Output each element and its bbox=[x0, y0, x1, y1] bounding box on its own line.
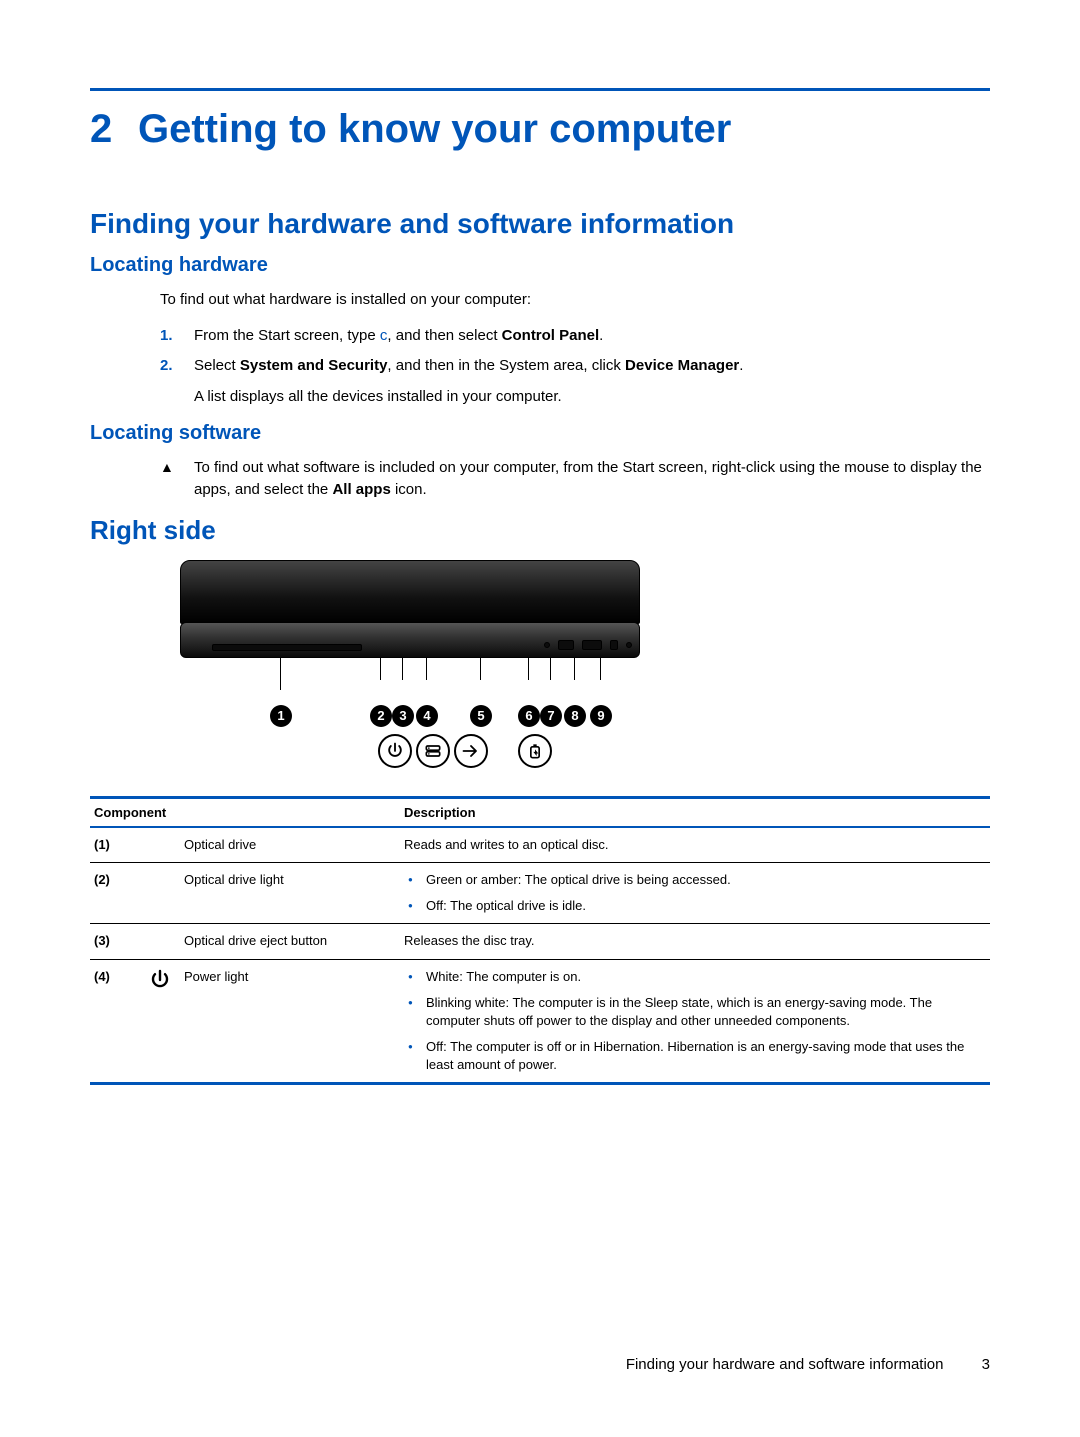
table-header-row: Component Description bbox=[90, 797, 990, 827]
drive-icon bbox=[416, 734, 450, 768]
row3-num: (3) bbox=[90, 924, 140, 959]
step-2-number: 2. bbox=[160, 355, 194, 408]
top-rule bbox=[90, 88, 990, 91]
locating-software-note: ▲ To find out what software is included … bbox=[160, 457, 990, 501]
row1-icon bbox=[140, 827, 180, 863]
big-indicator-icons bbox=[180, 734, 640, 778]
power-icon bbox=[378, 734, 412, 768]
row4-desc-item2: Blinking white: The computer is in the S… bbox=[408, 994, 986, 1030]
section-right-side: Right side bbox=[90, 515, 990, 546]
row4-icon bbox=[140, 959, 180, 1084]
port-dot bbox=[544, 642, 550, 648]
row3-name: Optical drive eject button bbox=[180, 924, 400, 959]
row4-desc: White: The computer is on. Blinking whit… bbox=[400, 959, 990, 1084]
right-side-diagram: 1 2 3 4 5 6 7 8 9 bbox=[180, 560, 640, 778]
callout-6: 6 bbox=[518, 705, 540, 727]
laptop-lid bbox=[180, 560, 640, 624]
step-1: 1. From the Start screen, type c, and th… bbox=[160, 325, 990, 348]
row3-icon bbox=[140, 924, 180, 959]
row2-num: (2) bbox=[90, 862, 140, 923]
row2-name: Optical drive light bbox=[180, 862, 400, 923]
th-component: Component bbox=[90, 797, 400, 827]
table-row: (3) Optical drive eject button Releases … bbox=[90, 924, 990, 959]
locating-software-text: To find out what software is included on… bbox=[194, 457, 990, 501]
step-1-pre: From the Start screen, type bbox=[194, 327, 380, 344]
port-jack bbox=[610, 640, 618, 650]
leader-lines bbox=[180, 658, 640, 698]
row2-desc-item1: Green or amber: The optical drive is bei… bbox=[408, 871, 986, 889]
step-1-tail: . bbox=[599, 327, 603, 344]
step-2-bold1: System and Security bbox=[240, 357, 388, 374]
page-footer: Finding your hardware and software infor… bbox=[626, 1356, 990, 1373]
callout-9: 9 bbox=[590, 705, 612, 727]
row4-name: Power light bbox=[180, 959, 400, 1084]
step-1-text: From the Start screen, type c, and then … bbox=[194, 325, 990, 348]
step-2-after: A list displays all the devices installe… bbox=[194, 386, 990, 409]
optical-drive-slot bbox=[212, 644, 362, 651]
step-2-mid: , and then in the System area, click bbox=[387, 357, 625, 374]
callout-8: 8 bbox=[564, 705, 586, 727]
row4-num: (4) bbox=[90, 959, 140, 1084]
step-2-tail: . bbox=[739, 357, 743, 374]
callout-2: 2 bbox=[370, 705, 392, 727]
step-1-post1: , and then select bbox=[387, 327, 501, 344]
step-1-bold: Control Panel bbox=[502, 327, 600, 344]
step-2-bold2: Device Manager bbox=[625, 357, 739, 374]
th-description: Description bbox=[400, 797, 990, 827]
port-hdmi bbox=[558, 640, 574, 650]
note-pre: To find out what software is included on… bbox=[194, 459, 982, 498]
locating-hardware-steps: 1. From the Start screen, type c, and th… bbox=[160, 325, 990, 409]
step-1-number: 1. bbox=[160, 325, 194, 348]
note-post: icon. bbox=[391, 481, 427, 498]
footer-text: Finding your hardware and software infor… bbox=[626, 1356, 944, 1373]
ports-strip bbox=[442, 637, 632, 653]
note-bold: All apps bbox=[332, 481, 390, 498]
chapter-number: 2 bbox=[90, 107, 138, 152]
section-finding-info: Finding your hardware and software infor… bbox=[90, 208, 990, 240]
note-triangle-icon: ▲ bbox=[160, 457, 194, 501]
power-icon bbox=[148, 968, 172, 992]
row1-desc: Reads and writes to an optical disc. bbox=[400, 827, 990, 863]
callout-3: 3 bbox=[392, 705, 414, 727]
step-2-pre: Select bbox=[194, 357, 240, 374]
chapter-heading: 2 Getting to know your computer bbox=[90, 107, 990, 152]
table-row: (2) Optical drive light Green or amber: … bbox=[90, 862, 990, 923]
laptop-illustration bbox=[180, 560, 640, 700]
callout-7: 7 bbox=[540, 705, 562, 727]
step-2-text: Select System and Security, and then in … bbox=[194, 355, 990, 408]
locating-hardware-intro: To find out what hardware is installed o… bbox=[160, 289, 990, 311]
row4-desc-item1: White: The computer is on. bbox=[408, 968, 986, 986]
table-row: (4) Power light White: The computer is o… bbox=[90, 959, 990, 1084]
subsection-locating-software: Locating software bbox=[90, 422, 990, 445]
chapter-title: Getting to know your computer bbox=[138, 107, 731, 151]
row2-desc: Green or amber: The optical drive is bei… bbox=[400, 862, 990, 923]
callout-1: 1 bbox=[270, 705, 292, 727]
row3-desc: Releases the disc tray. bbox=[400, 924, 990, 959]
row1-name: Optical drive bbox=[180, 827, 400, 863]
row2-icon bbox=[140, 862, 180, 923]
row4-desc-item3: Off: The computer is off or in Hibernati… bbox=[408, 1038, 986, 1074]
port-usb bbox=[582, 640, 602, 650]
subsection-locating-hardware: Locating hardware bbox=[90, 254, 990, 277]
table-row: (1) Optical drive Reads and writes to an… bbox=[90, 827, 990, 863]
callout-5: 5 bbox=[470, 705, 492, 727]
callout-numbers: 1 2 3 4 5 6 7 8 9 bbox=[180, 702, 640, 730]
step-2: 2. Select System and Security, and then … bbox=[160, 355, 990, 408]
row2-desc-item2: Off: The optical drive is idle. bbox=[408, 897, 986, 915]
hdmi-icon bbox=[454, 734, 488, 768]
battery-icon bbox=[518, 734, 552, 768]
row1-num: (1) bbox=[90, 827, 140, 863]
footer-page-number: 3 bbox=[982, 1356, 990, 1373]
callout-4: 4 bbox=[416, 705, 438, 727]
components-table: Component Description (1) Optical drive … bbox=[90, 796, 990, 1086]
port-dot2 bbox=[626, 642, 632, 648]
